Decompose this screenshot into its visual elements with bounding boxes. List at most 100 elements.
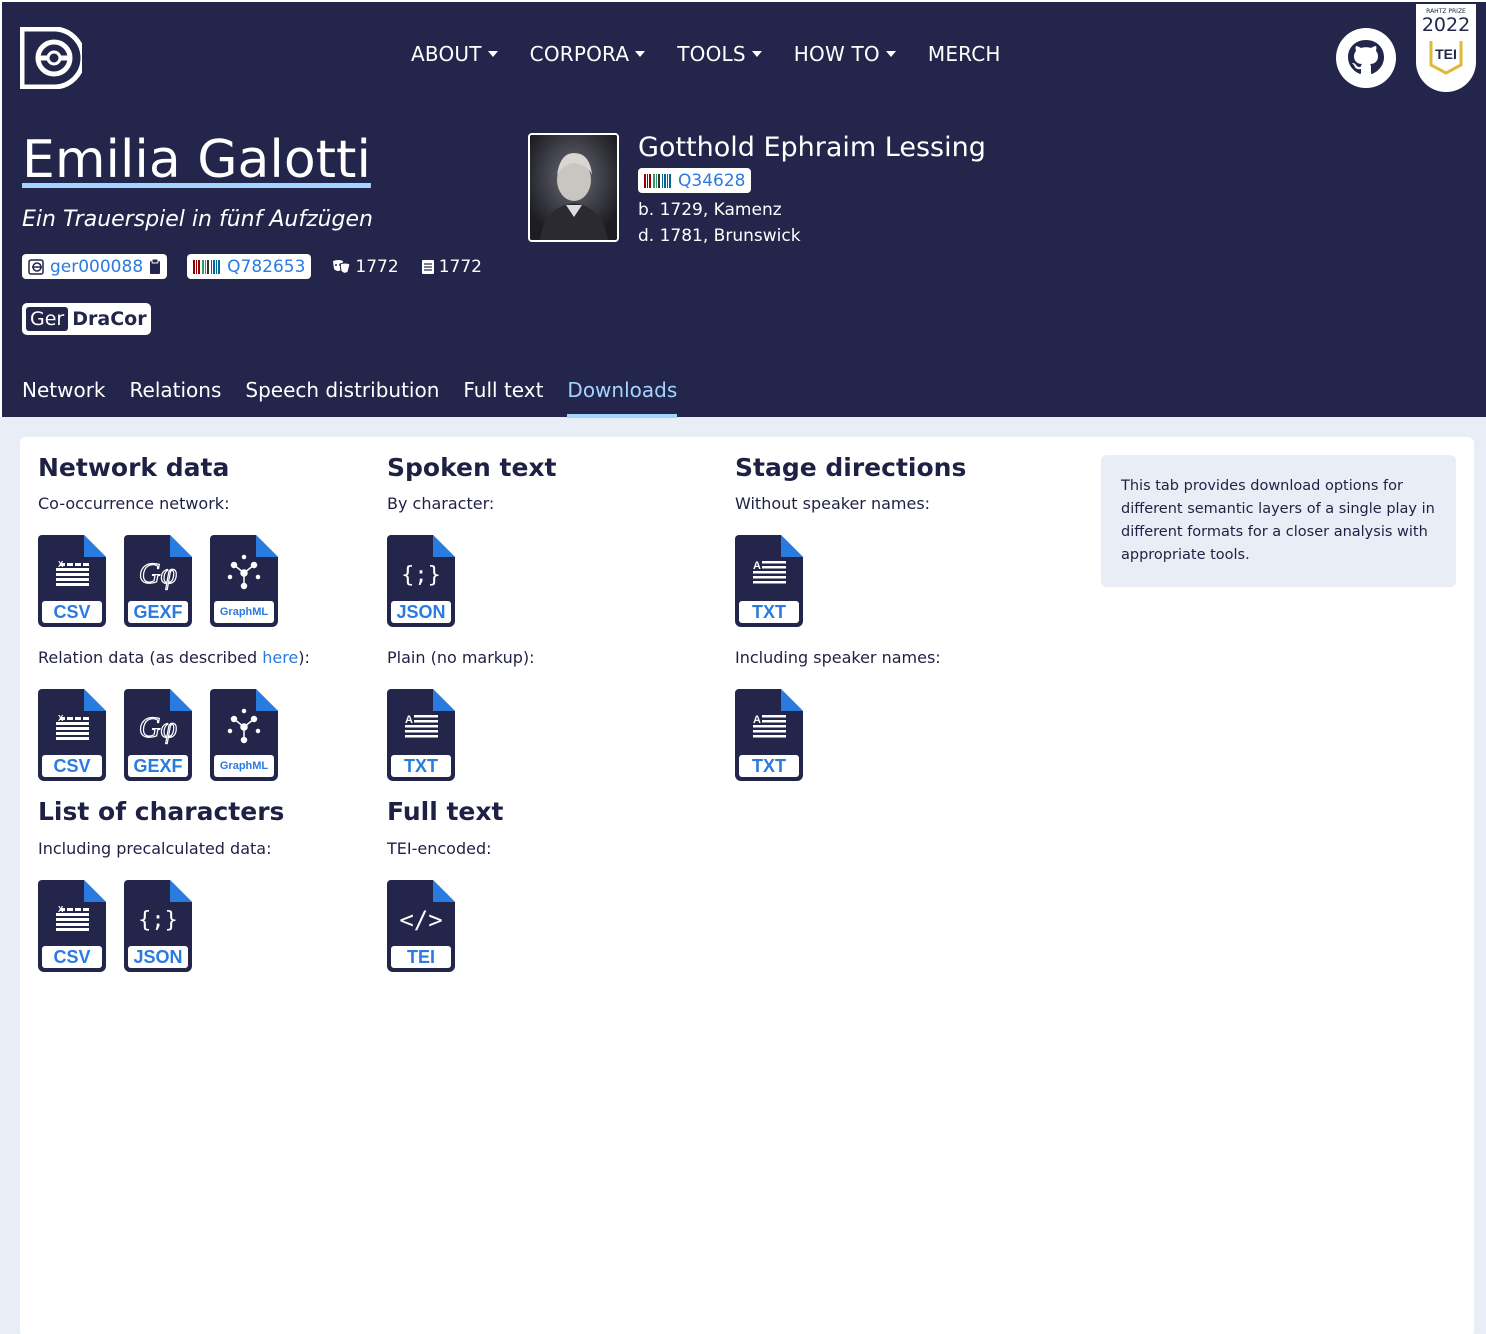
dracor-logo[interactable] [20,27,82,89]
stage-with-speakers-downloads: A TXT [735,689,821,781]
downloads-panel: Network data Co-occurrence network: X CSV… [20,437,1474,1334]
file-type-label: GraphML [214,601,274,623]
svg-text:Gφ: Gφ [139,557,177,590]
tei-prize-badge[interactable]: RAHTZ PRIZE 2022 TEI [1416,4,1476,92]
download-graphml-relations[interactable]: GraphML [210,689,278,781]
download-graphml-network[interactable]: GraphML [210,535,278,627]
file-type-label: JSON [391,601,451,623]
nav-howto[interactable]: HOW TO [794,42,896,66]
nav-about[interactable]: ABOUT [411,42,498,66]
tab-full-text[interactable]: Full text [463,378,543,418]
nav-merch[interactable]: MERCH [928,42,1001,66]
including-speaker-label: Including speaker names: [735,648,941,667]
spoken-text-heading: Spoken text [387,453,557,482]
tei-encoded-label: TEI-encoded: [387,839,492,858]
svg-text:X: X [58,560,64,569]
download-json-spoken[interactable]: {;} JSON [387,535,455,627]
download-txt-spoken[interactable]: A TXT [387,689,455,781]
tab-network[interactable]: Network [22,378,106,418]
svg-text:A: A [753,714,761,726]
relation-data-label: Relation data (as described here): [38,648,310,667]
author-died: d. 1781, Brunswick [638,226,801,246]
stage-without-speakers-downloads: A TXT [735,535,821,627]
download-csv-network[interactable]: X CSV [38,535,106,627]
file-type-label: GEXF [128,601,188,623]
file-type-label: CSV [42,946,102,968]
download-gexf-network[interactable]: Gφ GEXF [124,535,192,627]
characters-label: Including precalculated data: [38,839,272,858]
play-tabs: Network Relations Speech distribution Fu… [22,378,701,418]
premiere-year: 1772 [331,257,399,277]
play-subtitle: Ein Trauerspiel in fünf Aufzügen [22,207,374,232]
print-year: 1772 [421,257,482,277]
file-type-label: TXT [739,755,799,777]
by-character-label: By character: [387,494,495,513]
relation-here-link[interactable]: here [262,648,298,667]
tab-relations[interactable]: Relations [130,378,222,418]
wikidata-barcode-icon [644,173,671,188]
author-born: b. 1729, Kamenz [638,200,782,220]
without-speaker-label: Without speaker names: [735,494,931,513]
svg-text:A: A [753,560,761,572]
site-header: ABOUT CORPORA TOOLS HOW TO MERCH RAHTZ P… [0,0,1486,418]
file-type-label: GEXF [128,755,188,777]
plain-label: Plain (no markup): [387,648,535,667]
nav-corpora[interactable]: CORPORA [530,42,646,66]
wikidata-barcode-icon [193,259,221,274]
download-tei[interactable]: </> TEI [387,880,455,972]
corpus-badge[interactable]: Ger DraCor [22,303,151,335]
caret-down-icon [751,51,762,57]
svg-text:X: X [58,714,64,723]
full-text-heading: Full text [387,797,504,826]
download-txt-stage-speakers[interactable]: A TXT [735,689,803,781]
file-type-label: TXT [391,755,451,777]
caret-down-icon [487,51,498,57]
download-csv-characters[interactable]: X CSV [38,880,106,972]
book-icon [421,259,434,274]
file-type-label: JSON [128,946,188,968]
tab-downloads[interactable]: Downloads [567,378,678,418]
download-csv-relations[interactable]: X CSV [38,689,106,781]
tei-logo-icon: TEI [1429,41,1463,75]
play-id-chip[interactable]: ger000088 [22,254,168,279]
caret-down-icon [885,51,896,57]
stage-directions-heading: Stage directions [735,453,967,482]
download-json-characters[interactable]: {;} JSON [124,880,192,972]
svg-text:A: A [405,714,413,726]
file-type-label: GraphML [214,755,274,777]
characters-downloads: X CSV {;} JSON [38,880,210,972]
list-of-characters-heading: List of characters [38,797,285,826]
author-wikidata-chip[interactable]: Q34628 [638,168,752,193]
svg-text:Gφ: Gφ [139,711,177,744]
co-occurrence-label: Co-occurrence network: [38,494,230,513]
tab-speech-distribution[interactable]: Speech distribution [245,378,439,418]
file-type-label: CSV [42,601,102,623]
play-title: Emilia Galotti [22,130,371,190]
download-gexf-relations[interactable]: Gφ GEXF [124,689,192,781]
caret-down-icon [635,51,646,57]
dracor-small-icon [28,258,44,275]
play-meta: ger000088 Q782653 1772 1772 [22,254,504,279]
file-type-label: TEI [391,946,451,968]
author-portrait [528,133,619,242]
svg-text:X: X [58,905,64,914]
author-name[interactable]: Gotthold Ephraim Lessing [638,132,986,163]
file-type-label: CSV [42,755,102,777]
relation-downloads: X CSV Gφ GEXF GraphML [38,689,296,781]
nav-tools[interactable]: TOOLS [677,42,762,66]
clipboard-icon[interactable] [149,258,161,275]
fulltext-downloads: </> TEI [387,880,473,972]
svg-text:TEI: TEI [1435,46,1457,62]
co-occurrence-downloads: X CSV Gφ GEXF GraphML [38,535,296,627]
wikidata-chip[interactable]: Q782653 [187,254,312,279]
main-nav: ABOUT CORPORA TOOLS HOW TO MERCH [411,42,1033,66]
spoken-plain-downloads: A TXT [387,689,473,781]
file-type-label: TXT [739,601,799,623]
svg-text:{;}: {;} [401,563,441,588]
download-txt-stage[interactable]: A TXT [735,535,803,627]
svg-text:</>: </> [399,906,442,934]
network-data-heading: Network data [38,453,230,482]
svg-text:{;}: {;} [138,908,178,933]
github-icon[interactable] [1336,28,1396,88]
spoken-by-character-downloads: {;} JSON [387,535,473,627]
